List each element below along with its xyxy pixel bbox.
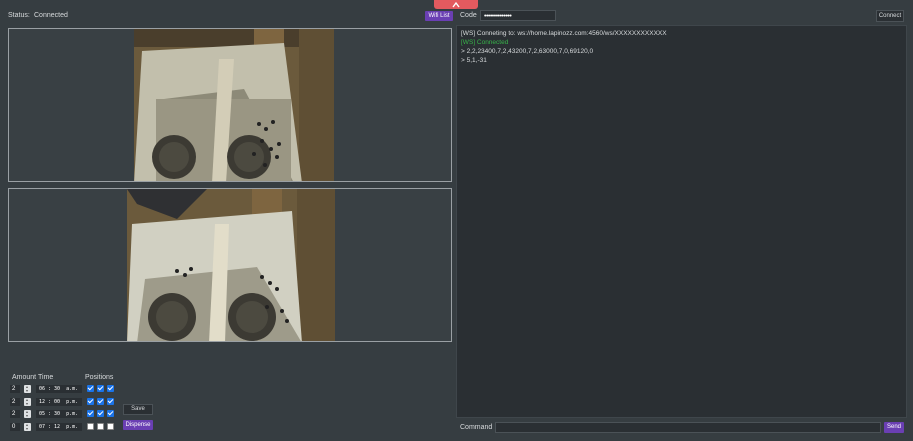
amount-stepper[interactable] xyxy=(24,398,31,406)
position-checkbox-2[interactable] xyxy=(97,423,104,430)
position-checkbox-2[interactable] xyxy=(97,410,104,417)
command-label: Command xyxy=(460,424,493,431)
position-checkbox-3[interactable] xyxy=(107,423,114,430)
position-checkbox-1[interactable] xyxy=(87,423,94,430)
code-input[interactable]: •••••••••••••• xyxy=(480,10,556,21)
time-header: Time xyxy=(38,374,54,381)
command-input[interactable] xyxy=(495,422,881,433)
camera-image-2 xyxy=(127,189,335,341)
position-checkbox-2[interactable] xyxy=(97,398,104,405)
time-input[interactable]: 12 : 00 p.m. xyxy=(36,398,82,406)
position-checkbox-1[interactable] xyxy=(87,410,94,417)
position-checkbox-3[interactable] xyxy=(107,398,114,405)
time-input[interactable]: 05 : 30 p.m. xyxy=(36,410,82,418)
console-line: [WS] Connected xyxy=(461,39,509,46)
amount-input[interactable]: 2 xyxy=(10,385,20,393)
amount-input[interactable]: 0 xyxy=(10,423,20,431)
amount-stepper[interactable] xyxy=(24,410,31,418)
position-checkbox-1[interactable] xyxy=(87,385,94,392)
console-line: [WS] Conneting to: ws://home.lapinozz.co… xyxy=(461,30,667,37)
position-checkbox-1[interactable] xyxy=(87,398,94,405)
status-label: Status: xyxy=(8,12,30,19)
console-line: > 5,1,-31 xyxy=(461,57,487,64)
amount-input[interactable]: 2 xyxy=(10,410,20,418)
collapse-tab[interactable] xyxy=(434,0,478,9)
connect-button[interactable]: Connect xyxy=(876,10,904,22)
wifi-list-button[interactable]: Wifi List xyxy=(425,11,453,21)
positions-header: Positions xyxy=(85,374,114,381)
schedule-row: 2 06 : 30 a.m. xyxy=(8,385,158,394)
amount-input[interactable]: 2 xyxy=(10,398,20,406)
code-label: Code xyxy=(460,12,477,19)
time-input[interactable]: 07 : 12 p.m. xyxy=(36,423,82,431)
console-line: > 2,2,23400,7,2,43200,7,2,63000,7,0,6912… xyxy=(461,48,594,55)
position-checkbox-2[interactable] xyxy=(97,385,104,392)
status-value: Connected xyxy=(34,12,68,19)
amount-stepper[interactable] xyxy=(24,385,31,393)
camera-feed-1 xyxy=(8,28,452,182)
position-checkbox-3[interactable] xyxy=(107,410,114,417)
amount-header: Amount xyxy=(12,374,37,381)
dispense-button[interactable]: Dispense xyxy=(123,420,153,430)
save-button[interactable]: Save xyxy=(123,404,153,415)
time-input[interactable]: 06 : 30 a.m. xyxy=(36,385,82,393)
camera-image-1 xyxy=(134,29,334,181)
position-checkbox-3[interactable] xyxy=(107,385,114,392)
amount-stepper[interactable] xyxy=(24,423,31,431)
send-button[interactable]: Send xyxy=(884,422,904,433)
console-log: [WS] Conneting to: ws://home.lapinozz.co… xyxy=(456,25,907,418)
chevron-up-icon xyxy=(452,1,460,8)
camera-feed-2 xyxy=(8,188,452,342)
